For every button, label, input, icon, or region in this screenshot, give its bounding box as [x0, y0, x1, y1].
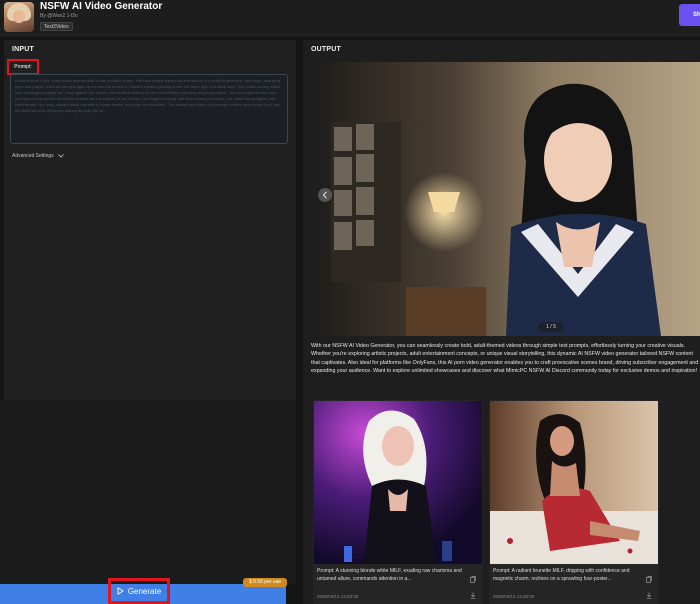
- output-description: With our NSFW AI Video Generator, you ca…: [311, 343, 699, 374]
- output-heading: OUTPUT: [311, 46, 341, 53]
- chevron-left-icon: [322, 191, 327, 199]
- play-icon: [117, 587, 124, 595]
- generate-label: Generate: [127, 586, 162, 596]
- copy-icon[interactable]: [646, 576, 652, 583]
- showcase-thumbnail[interactable]: [314, 401, 482, 564]
- prompt-input[interactable]: A mid-shot of a 40s, busty Asian woman w…: [10, 74, 288, 144]
- showcase-date: 2025/04/13 13:23:20: [317, 594, 359, 599]
- carousel-prev-button[interactable]: [318, 188, 332, 202]
- prompt-text: A mid-shot of a 40s, busty Asian woman w…: [15, 78, 282, 113]
- price-badge: $ 0.50 per use: [243, 578, 287, 587]
- generate-button[interactable]: Generate: [108, 578, 170, 604]
- app-tag: Text2Video: [40, 22, 73, 31]
- showcase-date: 2025/04/13 13:25:00: [493, 594, 535, 599]
- preview-illustration: [316, 62, 700, 336]
- input-panel-footer-area: [0, 400, 296, 584]
- share-button[interactable]: Sh: [679, 4, 700, 26]
- showcase-thumbnail-illustration: [314, 401, 482, 564]
- chevron-down-icon: [58, 153, 64, 158]
- app-thumbnail: [4, 2, 34, 32]
- showcase-prompt: Prompt: A stunning blonde white MILF, ex…: [317, 568, 462, 582]
- advanced-settings-label: Advanced Settings: [12, 153, 54, 159]
- showcase-card[interactable]: Prompt: A stunning blonde white MILF, ex…: [313, 400, 483, 604]
- download-icon[interactable]: [646, 592, 652, 599]
- showcase-card[interactable]: Prompt: A radiant brunette MILF, drippin…: [489, 400, 659, 604]
- share-button-label: Sh: [693, 12, 700, 18]
- input-heading: INPUT: [12, 46, 34, 53]
- app-byline[interactable]: By @Wan2.1-t2v: [40, 13, 78, 19]
- download-icon[interactable]: [470, 592, 476, 599]
- showcase-thumbnail[interactable]: [490, 401, 658, 564]
- showcase-thumbnail-illustration: [490, 401, 658, 564]
- carousel-page-indicator: 1 / 5: [538, 322, 564, 332]
- advanced-settings-toggle[interactable]: Advanced Settings: [12, 153, 64, 159]
- showcase-prompt: Prompt: A radiant brunette MILF, drippin…: [493, 568, 630, 582]
- output-preview-image[interactable]: [316, 62, 700, 336]
- app-header: NSFW AI Video Generator By @Wan2.1-t2v T…: [0, 0, 700, 37]
- app-title: NSFW AI Video Generator: [40, 1, 163, 12]
- copy-icon[interactable]: [470, 576, 476, 583]
- prompt-label: Prompt:: [7, 59, 39, 75]
